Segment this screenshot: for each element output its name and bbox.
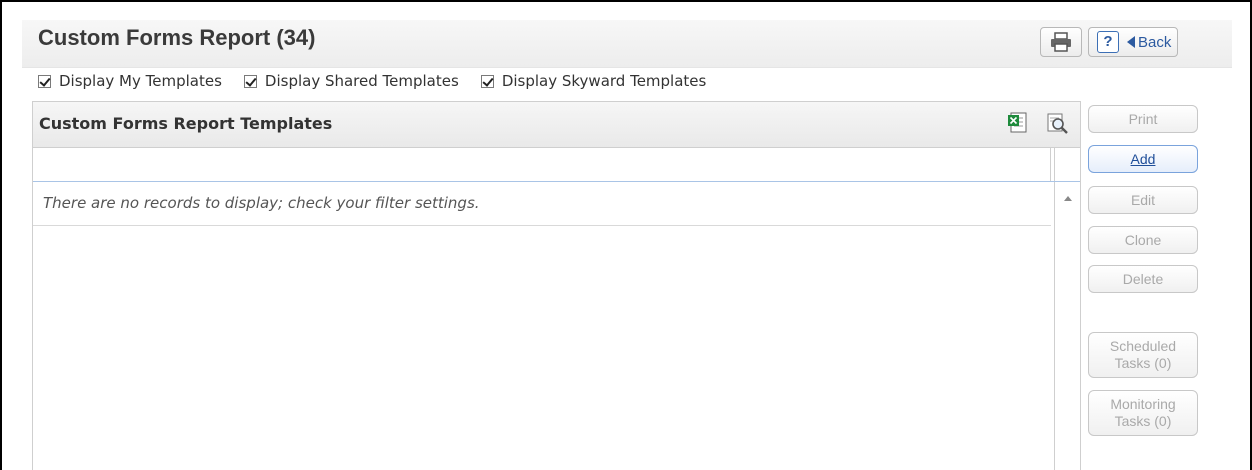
print-preview-icon[interactable] (1046, 111, 1070, 135)
empty-row: There are no records to display; check y… (33, 182, 1051, 226)
column-header-row (33, 148, 1080, 182)
filter-label: Display Shared Templates (264, 72, 459, 90)
page-title: Custom Forms Report (34) (38, 25, 316, 50)
back-button[interactable]: Back (1127, 34, 1171, 51)
templates-grid: Custom Forms Report Templates There are … (32, 101, 1081, 470)
vertical-scrollbar[interactable] (1054, 182, 1080, 470)
column-chooser[interactable] (1054, 148, 1080, 181)
filter-skyward-templates[interactable]: Display Skyward Templates (480, 72, 707, 90)
skyward-templates-checkbox[interactable] (480, 74, 494, 88)
empty-message: There are no records to display; check y… (43, 194, 480, 212)
scroll-up-arrow-icon[interactable] (1064, 196, 1072, 201)
monitoring-tasks-button[interactable]: Monitoring Tasks (0) (1088, 390, 1198, 436)
grid-title: Custom Forms Report Templates (39, 114, 333, 133)
filter-my-templates[interactable]: Display My Templates (38, 72, 222, 90)
help-button[interactable]: ? (1097, 31, 1119, 53)
scheduled-tasks-button[interactable]: Scheduled Tasks (0) (1088, 332, 1198, 378)
delete-button[interactable]: Delete (1088, 265, 1198, 293)
column-header[interactable] (33, 148, 1051, 181)
help-back-group: ? Back (1088, 27, 1179, 57)
printer-icon (1051, 32, 1071, 52)
top-toolbar: ? Back (1040, 26, 1179, 58)
print-page-button[interactable] (1040, 27, 1082, 57)
print-button[interactable]: Print (1088, 105, 1198, 133)
filter-shared-templates[interactable]: Display Shared Templates (243, 72, 459, 90)
excel-export-icon[interactable] (1008, 112, 1028, 134)
back-label: Back (1138, 33, 1172, 51)
add-button[interactable]: Add (1088, 145, 1198, 173)
edit-button[interactable]: Edit (1088, 186, 1198, 214)
grid-header: Custom Forms Report Templates (33, 102, 1080, 148)
back-arrow-icon (1127, 36, 1135, 48)
template-filters: Display My Templates Display Shared Temp… (38, 72, 728, 90)
clone-button[interactable]: Clone (1088, 226, 1198, 254)
grid-tools (1008, 111, 1070, 135)
my-templates-checkbox[interactable] (38, 74, 51, 88)
shared-templates-checkbox[interactable] (243, 74, 257, 88)
filter-label: Display My Templates (59, 72, 222, 90)
filter-label: Display Skyward Templates (501, 72, 707, 90)
